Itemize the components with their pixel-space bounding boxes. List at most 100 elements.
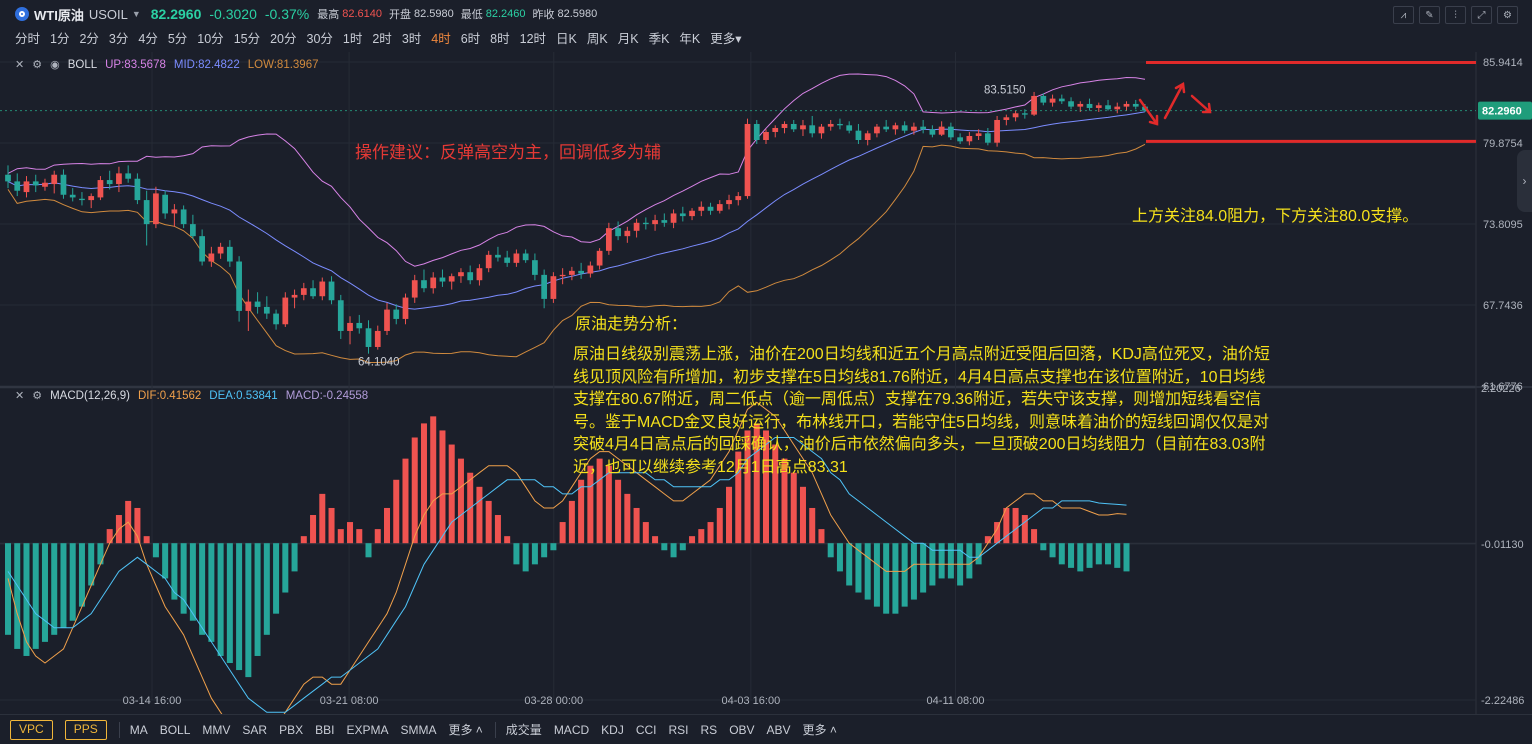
period-4[interactable]: 4分 xyxy=(133,30,162,48)
boll-up-value: UP:83.5678 xyxy=(105,58,166,71)
period-8[interactable]: 20分 xyxy=(265,30,301,48)
period-3[interactable]: 3分 xyxy=(104,30,133,48)
macd-bar xyxy=(818,529,825,544)
candle-body xyxy=(1049,98,1056,103)
period-16[interactable]: 12时 xyxy=(515,30,551,48)
period-15[interactable]: 8时 xyxy=(485,30,514,48)
candle-body xyxy=(236,261,242,311)
indicator-icon[interactable]: ⩘ xyxy=(1393,6,1414,24)
macd-bar xyxy=(864,543,871,600)
macd-bar xyxy=(698,529,705,544)
close-icon[interactable]: ✕ xyxy=(15,58,24,71)
symbol-dropdown-caret-icon[interactable]: ▼ xyxy=(132,9,141,19)
candle-body xyxy=(948,126,954,138)
macd-bar xyxy=(799,486,806,544)
macd-bar xyxy=(661,543,668,551)
sub-indicator-2[interactable]: KDJ xyxy=(601,723,624,737)
macd-bar xyxy=(189,543,196,621)
close-icon[interactable]: ✕ xyxy=(15,389,24,402)
settings-icon[interactable]: ⚙ xyxy=(1497,6,1518,24)
main-indicator-4[interactable]: PBX xyxy=(279,723,303,737)
period-22[interactable]: 更多▾ xyxy=(705,30,746,48)
candle-body xyxy=(1086,103,1093,108)
main-indicator-7[interactable]: SMMA xyxy=(400,723,436,737)
sub-indicator-4[interactable]: RSI xyxy=(669,723,689,737)
period-6[interactable]: 10分 xyxy=(192,30,228,48)
sub-indicator-7[interactable]: ABV xyxy=(767,723,791,737)
period-18[interactable]: 周K xyxy=(582,30,613,48)
open-value: 82.5980 xyxy=(413,8,454,20)
period-11[interactable]: 2时 xyxy=(367,30,396,48)
period-0[interactable]: 分时 xyxy=(10,30,45,48)
period-21[interactable]: 年K xyxy=(674,30,705,48)
symbol-name[interactable]: WTI原油 xyxy=(34,5,84,24)
period-5[interactable]: 5分 xyxy=(163,30,192,48)
sub-indicator-8[interactable]: 更多 ˄ xyxy=(803,721,837,738)
period-12[interactable]: 3时 xyxy=(397,30,426,48)
draw-pen-icon[interactable]: ✎ xyxy=(1419,6,1440,24)
candle-body xyxy=(605,228,612,251)
candle-body xyxy=(716,204,723,211)
main-indicator-5[interactable]: BBI xyxy=(315,723,334,737)
candle-body xyxy=(153,193,159,225)
main-indicator-6[interactable]: EXPMA xyxy=(346,723,388,737)
main-indicator-0[interactable]: MA xyxy=(130,723,148,737)
period-13[interactable]: 4时 xyxy=(426,30,455,48)
macd-bar xyxy=(531,543,538,565)
main-indicator-3[interactable]: SAR xyxy=(242,723,267,737)
period-14[interactable]: 6时 xyxy=(456,30,485,48)
sub-indicator-1[interactable]: MACD xyxy=(554,723,589,737)
indicator-bar: VPC PPS MA BOLL MMV SAR PBX BBI EXPMA SMMA 更多 ˄ 成交量… xyxy=(0,714,1532,744)
candle-body xyxy=(522,253,529,261)
macd-bar xyxy=(1086,543,1093,568)
chevron-right-icon[interactable]: › xyxy=(1517,150,1532,212)
gear-icon[interactable]: ⚙ xyxy=(32,58,42,71)
macd-bar xyxy=(568,500,575,544)
period-19[interactable]: 月K xyxy=(613,30,644,48)
candle-body xyxy=(79,198,85,201)
candle-body xyxy=(23,181,30,193)
candle-body xyxy=(14,181,21,191)
main-indicator-1[interactable]: BOLL xyxy=(160,723,191,737)
candle-body xyxy=(984,133,991,143)
macd-bar xyxy=(254,543,261,656)
candle-body xyxy=(633,222,640,231)
sub-indicator-5[interactable]: RS xyxy=(701,723,718,737)
period-1[interactable]: 1分 xyxy=(45,30,74,48)
candle-body xyxy=(837,123,843,126)
candle-body xyxy=(550,276,557,299)
macd-bar xyxy=(938,543,945,579)
period-9[interactable]: 30分 xyxy=(302,30,338,48)
macd-bar xyxy=(716,507,723,544)
sub-indicator-0[interactable]: 成交量 xyxy=(506,721,542,738)
main-indicator-2[interactable]: MMV xyxy=(202,723,230,737)
vol-button-pps[interactable]: PPS xyxy=(64,719,107,740)
period-2[interactable]: 2分 xyxy=(74,30,103,48)
period-20[interactable]: 季K xyxy=(644,30,675,48)
candle-body xyxy=(689,210,695,217)
candle-body xyxy=(938,126,945,135)
candle-body xyxy=(1021,113,1028,115)
candle-body xyxy=(180,209,187,225)
period-17[interactable]: 日K xyxy=(551,30,582,48)
expand-icon[interactable]: ⤢ xyxy=(1471,6,1492,24)
candle-body xyxy=(134,178,141,201)
candle-body xyxy=(966,135,973,142)
sub-indicator-6[interactable]: OBV xyxy=(729,723,754,737)
candle-body xyxy=(374,330,381,347)
macd-bar xyxy=(707,522,714,544)
vol-button-vpc[interactable]: VPC xyxy=(10,719,53,740)
period-7[interactable]: 15分 xyxy=(229,30,265,48)
macd-bar xyxy=(652,536,659,544)
gear-icon[interactable]: ⚙ xyxy=(32,389,42,402)
symbol-code[interactable]: USOIL xyxy=(89,7,128,22)
eye-icon[interactable]: ◉ xyxy=(50,58,60,71)
period-10[interactable]: 1时 xyxy=(338,30,367,48)
x-tick-label: 03-21 08:00 xyxy=(320,695,379,707)
macd-y-tick-label: 2.20226 xyxy=(1481,383,1521,395)
candle-body xyxy=(365,328,372,347)
sub-indicator-3[interactable]: CCI xyxy=(636,723,657,737)
candle-style-icon[interactable]: ⫶ xyxy=(1445,6,1466,24)
main-indicator-8[interactable]: 更多 ˄ xyxy=(448,721,482,738)
candle-body xyxy=(1040,95,1047,103)
